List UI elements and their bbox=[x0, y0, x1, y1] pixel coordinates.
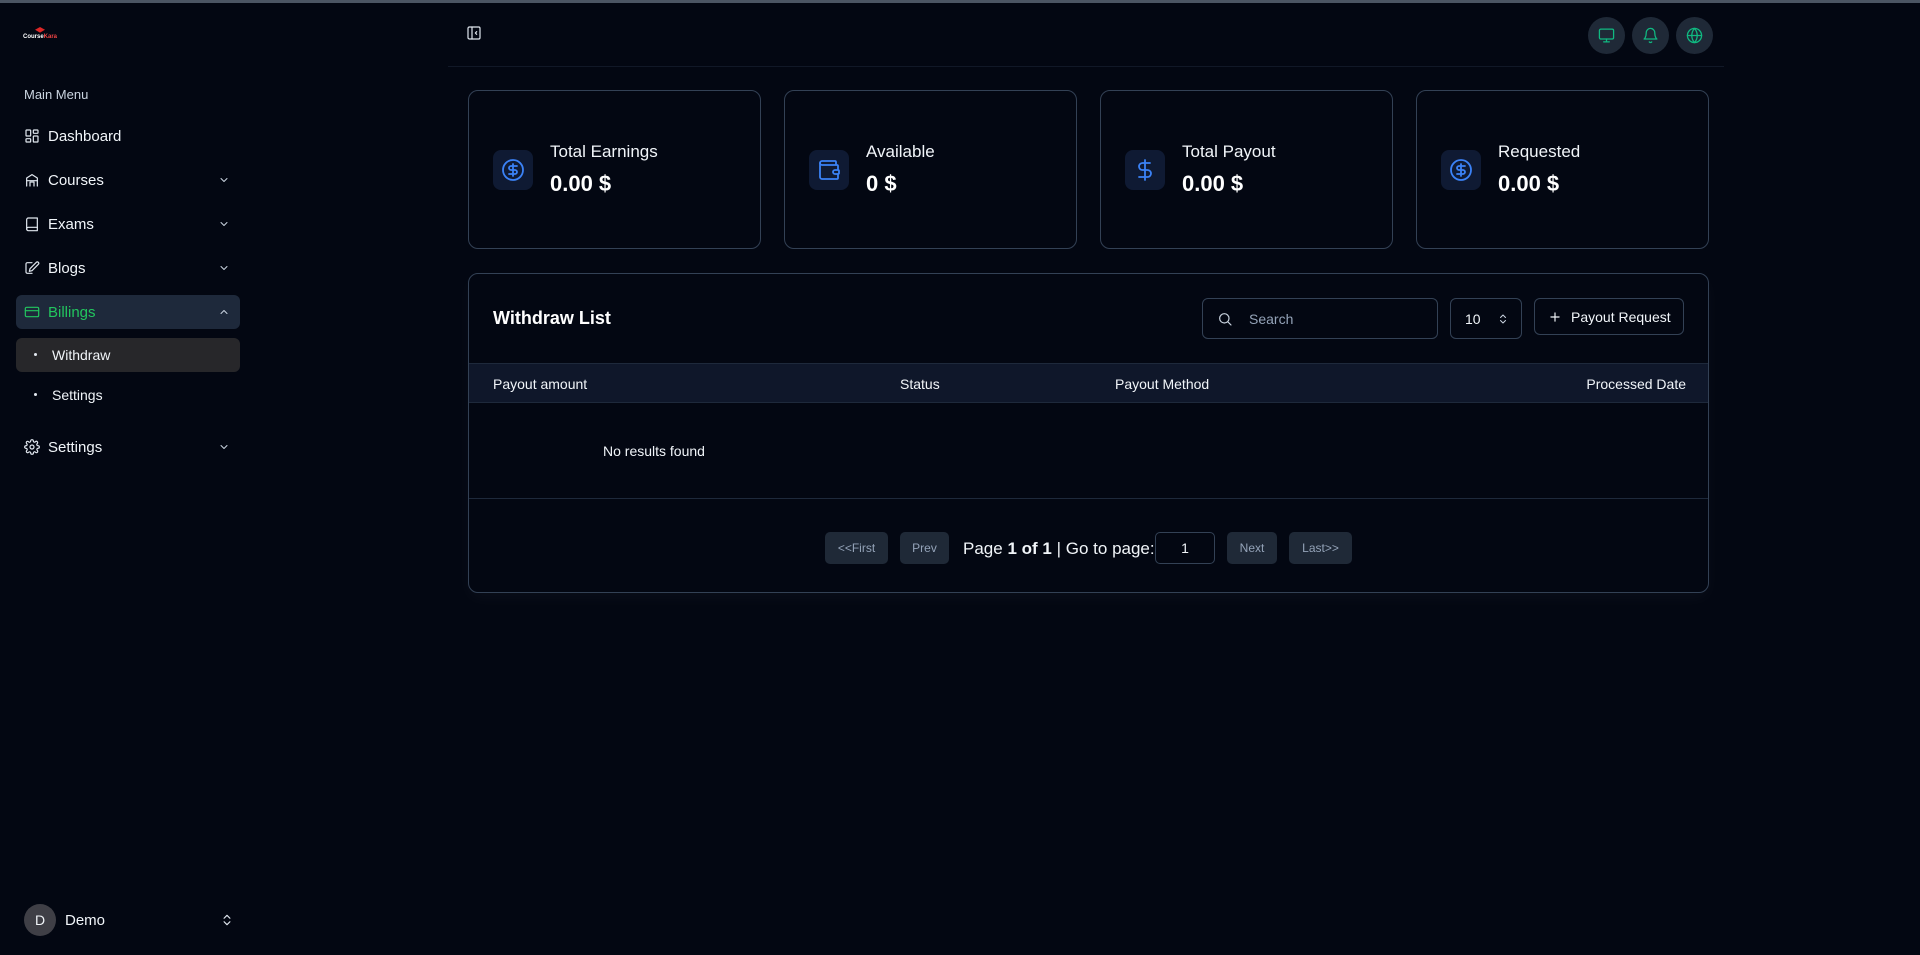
chevron-up-icon bbox=[220, 310, 228, 314]
sidebar-item-label: Courses bbox=[48, 171, 104, 189]
stat-value: 0.00 $ bbox=[1182, 171, 1244, 196]
stat-value: 0.00 $ bbox=[1498, 171, 1560, 196]
main-menu-title: Main Menu bbox=[24, 87, 89, 102]
sidebar-item-label: Settings bbox=[48, 438, 103, 456]
theme-display-button[interactable] bbox=[1588, 17, 1625, 54]
stat-label: Requested bbox=[1498, 142, 1581, 161]
sidebar-item-label: Billings bbox=[48, 303, 96, 321]
sidebar-item-blogs[interactable]: Blogs bbox=[16, 251, 240, 285]
stat-label: Total Earnings bbox=[550, 142, 658, 161]
stat-card-requested: Requested 0.00 $ bbox=[1416, 90, 1709, 249]
bullet-dot bbox=[34, 353, 37, 356]
next-page-button[interactable]: Next bbox=[1227, 532, 1277, 564]
of-word: of bbox=[1021, 539, 1038, 558]
sidebar-item-label: Dashboard bbox=[48, 127, 122, 145]
stat-icon-box bbox=[1125, 150, 1165, 190]
exams-icon bbox=[26, 217, 38, 232]
sidebar-toggle-icon[interactable] bbox=[466, 25, 482, 41]
stat-card-available: Available 0 $ bbox=[784, 90, 1077, 249]
graduation-cap-icon bbox=[35, 27, 45, 33]
stat-card-total-earnings: Total Earnings 0.00 $ bbox=[468, 90, 761, 249]
chevron-down-icon bbox=[220, 178, 228, 182]
divider bbox=[469, 498, 1708, 499]
globe-icon bbox=[1686, 27, 1703, 44]
sidebar-subitem-billing-settings[interactable]: Settings bbox=[16, 378, 240, 412]
payout-request-button[interactable]: Payout Request bbox=[1534, 298, 1684, 335]
wallet-icon bbox=[819, 160, 840, 180]
sidebar-subitem-withdraw[interactable]: Withdraw bbox=[16, 338, 240, 372]
courses-icon bbox=[26, 174, 38, 187]
chevron-down-icon bbox=[220, 222, 228, 226]
top-header bbox=[448, 3, 1724, 67]
stat-card-total-payout: Total Payout 0.00 $ bbox=[1100, 90, 1393, 249]
stat-icon-box bbox=[493, 150, 533, 190]
page-size-select[interactable]: 10 bbox=[1450, 298, 1522, 339]
stat-label: Available bbox=[866, 142, 935, 161]
bullet-dot bbox=[34, 393, 37, 396]
gear-icon bbox=[24, 439, 40, 455]
stat-icon-box bbox=[1441, 150, 1481, 190]
sidebar-item-courses[interactable]: Courses bbox=[16, 163, 240, 197]
panel-title: Withdraw List bbox=[493, 308, 611, 328]
blogs-icon bbox=[25, 261, 40, 274]
plus-icon bbox=[1550, 312, 1560, 322]
logo-brand: Course bbox=[22, 34, 44, 40]
user-menu[interactable]: D Demo bbox=[24, 904, 234, 936]
total-pages: 1 bbox=[1042, 539, 1052, 558]
dashboard-icon bbox=[25, 129, 39, 143]
billing-card-icon bbox=[24, 306, 40, 318]
sidebar-subitem-label: Withdraw bbox=[52, 347, 111, 363]
sidebar-item-dashboard[interactable]: Dashboard bbox=[16, 119, 240, 153]
dollar-circle-icon bbox=[502, 159, 524, 181]
stat-label: Total Payout bbox=[1182, 142, 1276, 161]
sidebar-item-settings[interactable]: Settings bbox=[16, 430, 240, 464]
column-header-payout-method[interactable]: Payout Method bbox=[1115, 376, 1209, 392]
sidebar-item-label: Exams bbox=[48, 215, 94, 233]
stat-value: 0.00 $ bbox=[550, 171, 612, 196]
goto-page-input[interactable] bbox=[1155, 532, 1215, 564]
goto-label: | Go to page: bbox=[1056, 539, 1155, 558]
chevrons-up-down-icon bbox=[223, 914, 231, 926]
chevron-down-icon bbox=[220, 266, 228, 270]
stat-value: 0 $ bbox=[866, 171, 897, 196]
dollar-icon bbox=[1138, 159, 1152, 181]
sidebar-item-billings[interactable]: Billings bbox=[16, 295, 240, 329]
app-logo[interactable]: CourseKara bbox=[22, 27, 58, 40]
chevron-down-icon bbox=[220, 445, 228, 449]
user-name: Demo bbox=[65, 911, 106, 929]
withdraw-list-panel: Withdraw List 10 Payout Request Payout a… bbox=[468, 273, 1709, 593]
column-header-status[interactable]: Status bbox=[900, 376, 940, 392]
avatar: D bbox=[24, 904, 56, 936]
search-input[interactable] bbox=[1202, 298, 1438, 339]
page-word: Page bbox=[963, 539, 1003, 558]
page-size-value: 10 bbox=[1465, 310, 1481, 327]
language-button[interactable] bbox=[1676, 17, 1713, 54]
bell-icon bbox=[1643, 27, 1658, 44]
prev-page-button[interactable]: Prev bbox=[900, 532, 949, 564]
sidebar: CourseKara Main Menu Dashboard Courses E… bbox=[0, 3, 256, 955]
column-header-processed-date[interactable]: Processed Date bbox=[1586, 376, 1686, 392]
monitor-icon bbox=[1598, 28, 1615, 43]
first-page-button[interactable]: <<First bbox=[825, 532, 888, 564]
sidebar-subitem-label: Settings bbox=[52, 387, 103, 403]
page-info: Page 1 of 1 | Go to page: bbox=[963, 539, 1155, 559]
payout-request-label: Payout Request bbox=[1571, 308, 1671, 325]
notifications-button[interactable] bbox=[1632, 17, 1669, 54]
current-page: 1 bbox=[1007, 539, 1017, 558]
last-page-button[interactable]: Last>> bbox=[1289, 532, 1352, 564]
table-header: Payout amount Status Payout Method Proce… bbox=[469, 363, 1708, 403]
chevrons-up-down-icon bbox=[1500, 314, 1506, 324]
column-header-payout-amount[interactable]: Payout amount bbox=[493, 376, 587, 392]
logo-brand-accent: Kara bbox=[43, 34, 57, 40]
stat-icon-box bbox=[809, 150, 849, 190]
dollar-circle-icon bbox=[1450, 159, 1472, 181]
sidebar-item-exams[interactable]: Exams bbox=[16, 207, 240, 241]
sidebar-item-label: Blogs bbox=[48, 259, 86, 277]
empty-state-text: No results found bbox=[603, 443, 705, 459]
